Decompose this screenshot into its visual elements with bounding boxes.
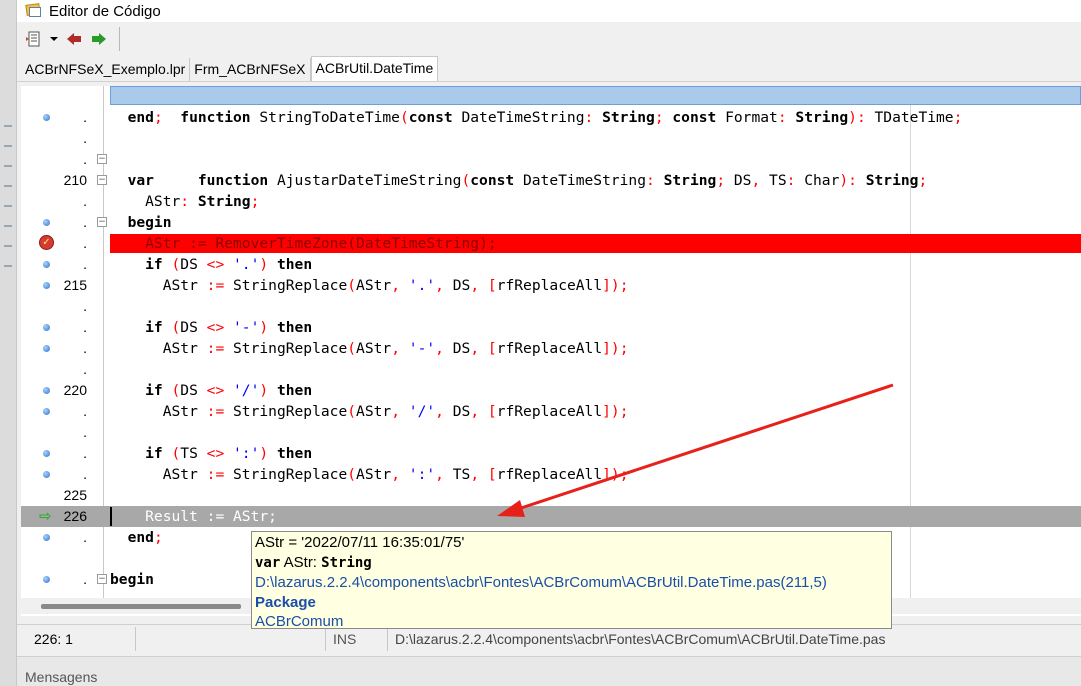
forward-arrow-icon[interactable] [88,28,110,50]
tab-frm-acbrnfsex[interactable]: Frm_ACBrNFSeX [190,58,311,81]
messages-panel[interactable]: Mensagens [17,656,1081,686]
code-line[interactable]: . AStr := StringReplace(AStr, '/', DS, [… [21,401,1081,422]
editor-toolbar [17,22,1081,56]
tooltip-declaration: var AStr: String [255,553,372,571]
code-line[interactable]: . [21,296,1081,317]
code-line[interactable]: 220 if (DS <> '/') then [21,380,1081,401]
messages-label: Mensagens [25,669,98,685]
tooltip-package-heading: Package [255,593,316,611]
file-tabs: ACBrNFSeX_Exemplo.lpr Frm_ACBrNFSeX ACBr… [17,56,1081,82]
breakpoint-line[interactable]: ✓ . AStr := RemoverTimeZone(DateTimeStri… [21,233,1081,254]
tooltip-source-link[interactable]: D:\lazarus.2.2.4\components\acbr\Fontes\… [255,573,888,593]
fold-toggle-icon[interactable]: − [97,175,107,185]
code-line[interactable]: . if (TS <> ':') then [21,443,1081,464]
code-line[interactable]: . if (DS <> '-') then [21,317,1081,338]
tooltip-package-name: ACBrComum [255,613,344,630]
code-line[interactable]: . AStr := StringReplace(AStr, ':', TS, [… [21,464,1081,485]
window-title: Editor de Código [49,2,161,20]
chevron-down-icon[interactable] [48,28,60,50]
cursor-position: 226: 1 [34,631,73,647]
execution-line[interactable]: ⇨ 226 Result := AStr; [21,506,1081,527]
title-bar: Editor de Código [17,0,1081,22]
background-window-strip [0,0,17,686]
fold-toggle-icon[interactable]: − [97,574,107,584]
code-line[interactable]: 225 [21,485,1081,506]
back-arrow-icon[interactable] [63,28,85,50]
tab-acbrutil-datetime[interactable]: ACBrUtil.DateTime [310,56,439,81]
insert-mode: INS [333,631,357,647]
debug-hint-tooltip: AStr = '2022/07/11 16:35:01/75' var AStr… [251,531,892,630]
toolbar-separator [119,27,120,51]
scrollbar-thumb[interactable] [41,604,241,609]
tooltip-value: AStr = '2022/07/11 16:35:01/75' [255,534,465,551]
code-line[interactable]: . AStr: String; [21,191,1081,212]
code-line[interactable]: . [21,422,1081,443]
code-line[interactable]: function StringToDateTime(const DateTime… [21,86,1081,126]
code-line[interactable]: 215 AStr := StringReplace(AStr, '.', DS,… [21,275,1081,296]
code-line[interactable]: . − function AjustarDateTimeString(const… [21,149,1081,189]
code-line[interactable]: . − begin [21,212,1081,233]
editor-app-icon [25,3,43,19]
tab-acbrnfsex-exemplo[interactable]: ACBrNFSeX_Exemplo.lpr [21,58,191,81]
file-path: D:\lazarus.2.2.4\components\acbr\Fontes\… [395,631,886,647]
fold-toggle-icon[interactable]: − [97,154,107,164]
fold-toggle-icon[interactable]: − [97,217,107,227]
code-line[interactable]: . [21,128,1081,149]
code-line[interactable]: 210 − var [21,170,1081,191]
code-line[interactable]: . [21,359,1081,380]
code-line[interactable]: . AStr := StringReplace(AStr, '-', DS, [… [21,338,1081,359]
code-line[interactable]: . if (DS <> '.') then [21,254,1081,275]
menu-icon[interactable] [23,28,45,50]
code-line[interactable]: . end; [21,107,1081,128]
